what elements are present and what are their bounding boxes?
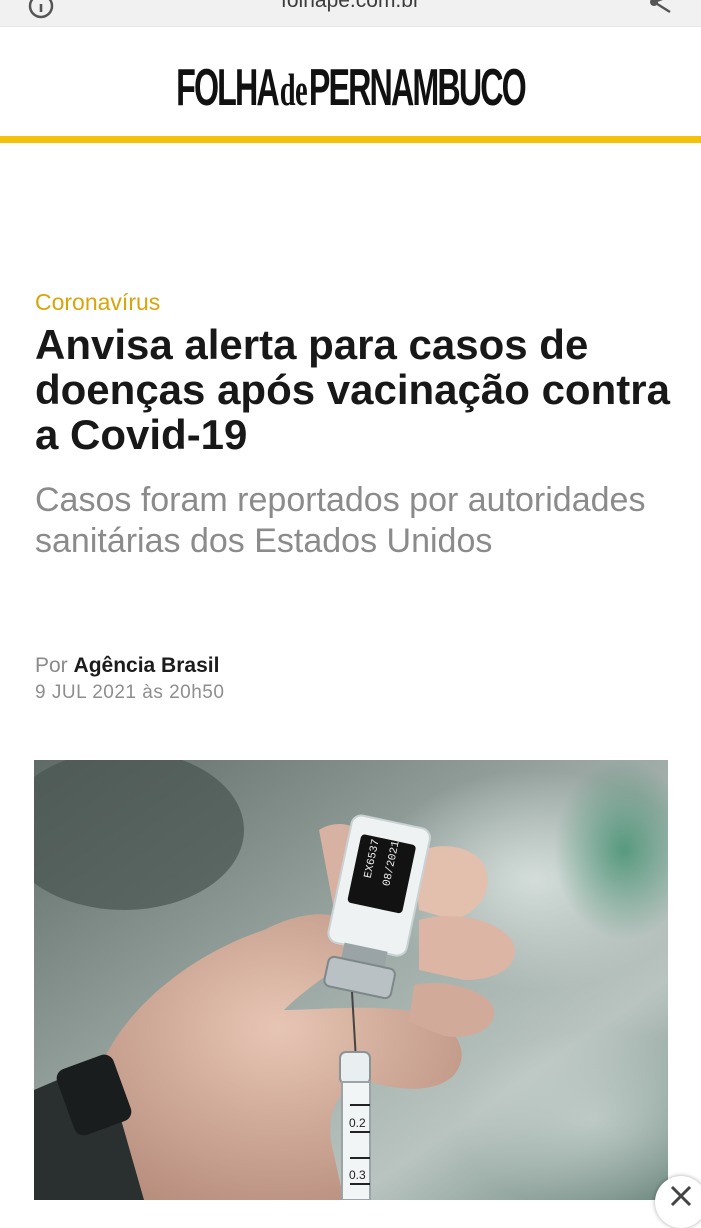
article-photo[interactable]: EX6537 08/2021 0.2 0.3	[34, 760, 668, 1200]
syringe-mark-2: 0.3	[349, 1168, 366, 1182]
byline-author[interactable]: Agência Brasil	[74, 654, 220, 677]
close-icon	[670, 1185, 692, 1207]
url-text[interactable]: folhape.com.br	[0, 0, 701, 13]
article-date: 9 JUL 2021 às 20h50	[35, 682, 225, 703]
share-icon[interactable]	[646, 0, 676, 14]
site-logo[interactable]: FOLHAdePERNAMBUCO	[133, 62, 568, 116]
article-headline: Anvisa alerta para casos de doenças após…	[35, 321, 670, 458]
syringe: 0.2 0.3	[339, 1051, 371, 1200]
syringe-barrel	[341, 1081, 371, 1200]
browser-address-bar: folhape.com.br	[0, 0, 701, 27]
logo-text-pernambuco: PERNAMBUCO	[308, 59, 527, 117]
syringe-hub	[339, 1051, 371, 1085]
logo-text-folha: FOLHA	[176, 59, 280, 117]
vaccine-photo-illustration: EX6537 08/2021 0.2 0.3	[34, 760, 668, 1200]
article-category[interactable]: Coronavírus	[35, 289, 160, 316]
logo-text-de: de	[279, 64, 308, 115]
site-header: FOLHAdePERNAMBUCO	[0, 27, 701, 135]
byline-prefix: Por	[35, 654, 68, 677]
syringe-mark-1: 0.2	[349, 1116, 366, 1130]
article-subtitle: Casos foram reportados por autoridades s…	[35, 481, 646, 560]
header-accent-rule	[0, 136, 701, 143]
article-byline: Por Agência Brasil	[35, 654, 219, 678]
close-overlay-button[interactable]	[655, 1176, 701, 1228]
